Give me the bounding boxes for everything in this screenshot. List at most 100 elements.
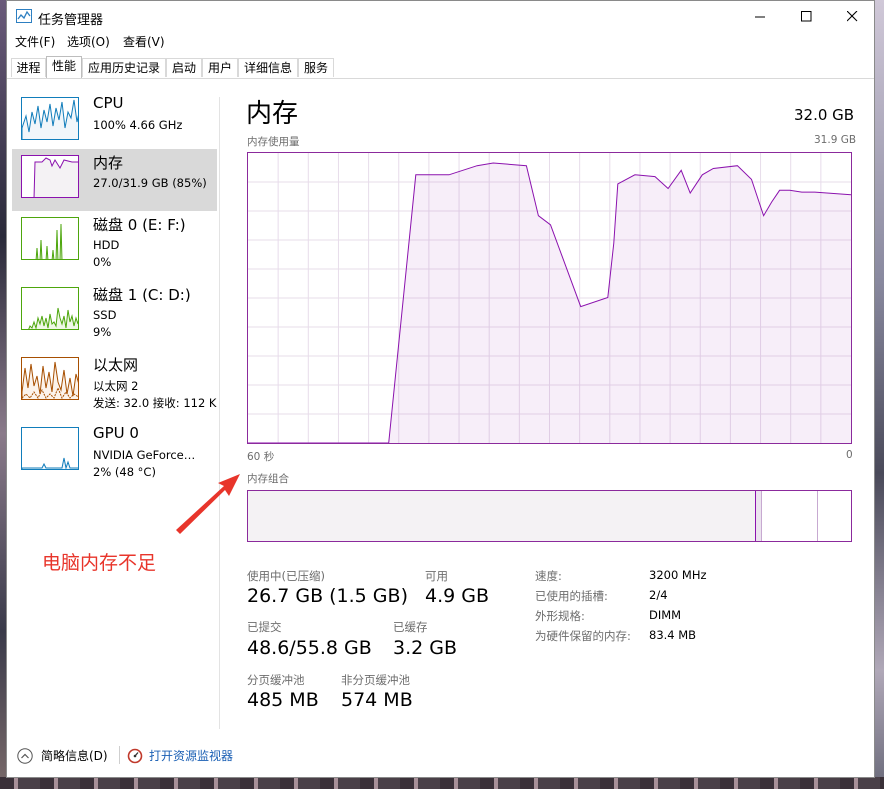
sidebar-item-ethernet[interactable]: 以太网 以太网 2 发送: 32.0 接收: 112 K (12, 351, 217, 413)
form-factor-label: 外形规格: (535, 609, 585, 623)
slots-label: 已使用的插槽: (535, 589, 608, 603)
sidebar-item-detail: 以太网 2 (93, 379, 139, 393)
minimize-icon (755, 16, 765, 18)
ethernet-sparkline (22, 361, 78, 399)
menu-options[interactable]: 选项(O) (67, 33, 110, 50)
committed-value: 48.6/55.8 GB (247, 637, 372, 659)
task-manager-window: 任务管理器 文件(F) 选项(O) 查看(V) 进程 性能 应用历史记录 启动 … (6, 0, 875, 778)
minimize-button[interactable] (738, 1, 784, 32)
sidebar-item-detail-2: 0% (93, 255, 112, 269)
memory-thumbnail-graph (21, 155, 79, 198)
close-button[interactable] (830, 1, 876, 32)
available-label: 可用 (425, 569, 448, 583)
paged-pool-label: 分页缓冲池 (247, 673, 305, 687)
maximize-icon (801, 11, 812, 22)
available-value: 4.9 GB (425, 585, 490, 607)
title-bar[interactable]: 任务管理器 (7, 1, 874, 32)
gpu-sparkline (22, 457, 78, 469)
menu-bar: 文件(F) 选项(O) 查看(V) (7, 32, 874, 50)
nonpaged-pool-value: 574 MB (341, 689, 413, 711)
sidebar-item-memory[interactable]: 内存 27.0/31.9 GB (85%) (12, 149, 217, 211)
sidebar-divider (219, 97, 220, 729)
composition-in-use[interactable] (248, 491, 756, 541)
sidebar-item-disk-0[interactable]: 磁盘 0 (E: F:) HDD 0% (12, 211, 217, 273)
composition-free[interactable] (818, 491, 851, 541)
disk0-sparkline (35, 223, 63, 259)
sidebar-item-label: 磁盘 0 (E: F:) (93, 216, 186, 234)
composition-standby[interactable] (762, 491, 818, 541)
sidebar-item-disk-1[interactable]: 磁盘 1 (C: D:) SSD 9% (12, 281, 217, 343)
paged-pool-value: 485 MB (247, 689, 319, 711)
form-factor-value: DIMM (649, 608, 682, 622)
sidebar-item-detail: NVIDIA GeForce… (93, 448, 196, 462)
sidebar-item-label: 内存 (93, 154, 124, 172)
tab-processes[interactable]: 进程 (11, 58, 46, 77)
nonpaged-pool-label: 非分页缓冲池 (341, 673, 410, 687)
usage-graph-max: 31.9 GB (814, 134, 857, 146)
memory-usage-graph (247, 152, 852, 444)
tab-startup[interactable]: 启动 (166, 58, 202, 77)
slots-value: 2/4 (649, 588, 668, 602)
time-axis-end: 0 (846, 449, 853, 461)
usage-graph-label: 内存使用量 (247, 136, 300, 148)
maximize-button[interactable] (784, 1, 830, 32)
sidebar-item-detail-2: 发送: 32.0 接收: 112 K (93, 396, 217, 410)
sidebar-item-label: GPU 0 (93, 424, 139, 442)
gpu-thumbnail-graph (21, 427, 79, 470)
memory-usage-chart (248, 153, 852, 444)
open-resource-monitor-link[interactable]: 打开资源监视器 (127, 746, 247, 766)
tab-details[interactable]: 详细信息 (238, 58, 298, 77)
sidebar-item-detail: HDD (93, 238, 120, 252)
annotation-text: 电脑内存不足 (42, 552, 157, 574)
disk1-sparkline (28, 307, 78, 329)
tab-services[interactable]: 服务 (298, 58, 334, 77)
sidebar-item-label: CPU (93, 94, 124, 112)
resource-monitor-icon (127, 748, 143, 764)
sidebar-item-detail-2: 9% (93, 325, 112, 339)
composition-label: 内存组合 (247, 473, 289, 485)
in-use-value: 26.7 GB (1.5 GB) (247, 585, 408, 607)
sidebar-item-cpu[interactable]: CPU 100% 4.66 GHz (12, 91, 217, 153)
desktop-background-bottom (0, 777, 884, 789)
speed-value: 3200 MHz (649, 568, 707, 582)
sidebar-item-label: 磁盘 1 (C: D:) (93, 286, 191, 304)
task-manager-icon (16, 9, 32, 23)
footer-bar: 简略信息(D) 打开资源监视器 (7, 732, 874, 777)
tab-app-history[interactable]: 应用历史记录 (82, 58, 166, 77)
chevron-up-circle-icon (17, 748, 33, 764)
tab-performance[interactable]: 性能 (46, 56, 82, 78)
cached-value: 3.2 GB (393, 637, 458, 659)
desktop-background-right (874, 0, 884, 789)
hardware-reserved-label: 为硬件保留的内存: (535, 629, 631, 643)
tab-bar: 进程 性能 应用历史记录 启动 用户 详细信息 服务 (7, 56, 874, 79)
sidebar-item-detail: 100% 4.66 GHz (93, 118, 183, 132)
memory-composition-bar (247, 490, 852, 542)
disk1-thumbnail-graph (21, 287, 79, 330)
ethernet-thumbnail-graph (21, 357, 79, 400)
resource-monitor-label: 打开资源监视器 (149, 749, 234, 763)
page-title: 内存 (246, 99, 299, 129)
sidebar-item-label: 以太网 (93, 356, 139, 374)
sidebar-item-detail: 27.0/31.9 GB (85%) (93, 176, 207, 190)
cached-label: 已缓存 (393, 620, 428, 634)
sidebar-item-detail: SSD (93, 308, 117, 322)
fewer-details-label: 简略信息(D) (41, 749, 108, 763)
in-use-label: 使用中(已压缩) (247, 569, 325, 583)
hardware-reserved-value: 83.4 MB (649, 628, 697, 642)
footer-separator (119, 746, 120, 764)
tab-users[interactable]: 用户 (202, 58, 238, 77)
disk0-thumbnail-graph (21, 217, 79, 260)
close-icon (847, 11, 858, 22)
cpu-sparkline (22, 99, 78, 139)
total-memory: 32.0 GB (794, 106, 855, 124)
menu-view[interactable]: 查看(V) (123, 33, 165, 50)
time-axis-start: 60 秒 (247, 451, 275, 463)
window-title: 任务管理器 (38, 13, 104, 28)
memory-sparkline (33, 157, 78, 197)
committed-label: 已提交 (247, 620, 282, 634)
annotation-arrow-icon (176, 474, 240, 534)
cpu-thumbnail-graph (21, 97, 79, 140)
speed-label: 速度: (535, 569, 562, 583)
menu-file[interactable]: 文件(F) (15, 33, 55, 50)
fewer-details-button[interactable]: 简略信息(D) (17, 746, 117, 766)
